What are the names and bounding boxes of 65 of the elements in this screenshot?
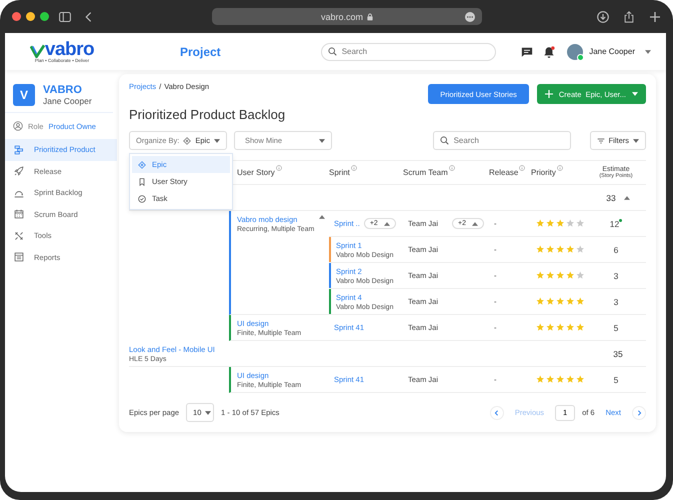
- messages-icon[interactable]: [521, 46, 534, 58]
- new-tab-icon[interactable]: [649, 10, 661, 22]
- lock-icon: [367, 12, 374, 20]
- column-header: Scrum Team: [403, 168, 448, 177]
- search-field[interactable]: Search: [432, 131, 571, 150]
- column-header: User Story: [237, 168, 275, 177]
- search-icon: [328, 47, 337, 56]
- estimate-value: 5: [614, 322, 618, 332]
- next-page-button[interactable]: [632, 406, 646, 420]
- address-bar[interactable]: vabro.com: [212, 8, 482, 25]
- caret-icon: [205, 410, 212, 414]
- user-icon: [13, 121, 23, 131]
- share-icon[interactable]: [623, 10, 635, 22]
- logo-text: vabro: [44, 40, 94, 58]
- column-header: Priority: [531, 168, 556, 177]
- caret-icon[interactable]: [645, 50, 651, 54]
- caret-icon: [214, 138, 220, 142]
- search-field[interactable]: Search: [320, 42, 496, 60]
- check-circle-icon: [138, 194, 146, 202]
- maximize-window-button[interactable]: [40, 12, 49, 21]
- diamond-icon: [183, 136, 192, 144]
- check-logo-icon: [30, 44, 45, 58]
- more-icon[interactable]: [465, 12, 475, 22]
- minimize-window-button[interactable]: [26, 12, 35, 21]
- backlog-icon: [14, 144, 24, 155]
- close-window-button[interactable]: [12, 12, 21, 21]
- user-name[interactable]: Jane Cooper: [589, 47, 635, 56]
- caret-icon: [472, 222, 478, 226]
- column-header: Release: [489, 168, 518, 177]
- avatar[interactable]: [567, 44, 584, 60]
- rocket-icon: [14, 166, 24, 176]
- filter-icon: [596, 136, 605, 144]
- search-icon: [440, 136, 449, 145]
- column-header: Sprint: [329, 168, 350, 177]
- epic-total-points: 35: [613, 348, 623, 358]
- chevron-left-icon: [494, 410, 500, 416]
- previous-page-button[interactable]: [490, 406, 504, 420]
- caret-icon[interactable]: [624, 196, 630, 200]
- window-icon: [14, 252, 24, 262]
- org-user-name: Jane Cooper: [43, 96, 92, 106]
- chevron-right-icon: [636, 410, 642, 416]
- notification-bell-icon[interactable]: [543, 46, 556, 58]
- caret-icon[interactable]: [319, 215, 325, 219]
- diamond-icon: [138, 160, 146, 168]
- org-avatar: V: [13, 84, 35, 106]
- estimate-value: 3: [614, 296, 618, 306]
- bookmark-icon: [138, 178, 146, 186]
- back-icon[interactable]: [85, 10, 92, 22]
- estimate-value: 5: [614, 374, 618, 384]
- calendar-icon: [14, 209, 24, 220]
- tools-icon: [14, 230, 24, 241]
- caret-icon: [633, 138, 639, 142]
- estimate-value: 12: [610, 218, 620, 228]
- epic-total-points: 33: [606, 192, 616, 202]
- estimate-value: 6: [614, 244, 618, 254]
- caret-icon: [319, 138, 325, 142]
- page-title: Prioritized Product Backlog: [129, 107, 286, 122]
- estimate-value: 3: [614, 270, 618, 280]
- plus-icon: [544, 90, 553, 98]
- caret-icon: [384, 222, 390, 226]
- download-icon[interactable]: [597, 10, 609, 22]
- sidebar-toggle-icon[interactable]: [59, 10, 71, 22]
- org-name: VABRO: [43, 84, 83, 96]
- page-heading: Project: [180, 44, 221, 58]
- caret-icon: [632, 92, 638, 96]
